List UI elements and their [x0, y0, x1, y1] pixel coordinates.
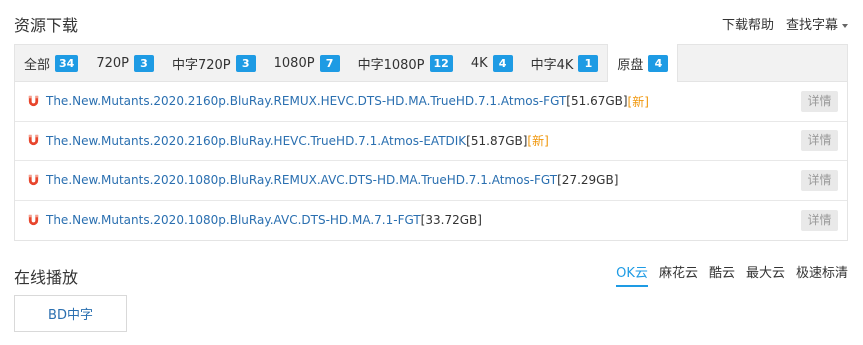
new-badge: [新]: [627, 94, 649, 109]
tab-count-badge: 12: [429, 54, 453, 72]
play-source-tabs: OK云 麻花云 酷云 最大云 极速标清: [605, 262, 848, 287]
source-tab-jisu[interactable]: 极速标清: [796, 262, 848, 287]
tab-label: 中字1080P: [357, 57, 425, 73]
tab-count-badge: 3: [235, 54, 256, 72]
online-play-section-title: 在线播放: [14, 268, 79, 287]
tab-chinese-4k[interactable]: 中字4K 1: [522, 45, 608, 81]
tab-count-badge: 34: [55, 54, 79, 72]
tab-label: 中字4K: [530, 57, 574, 73]
tab-label: 4K: [470, 55, 488, 71]
detail-button[interactable]: 详情: [801, 209, 838, 231]
source-tab-ok[interactable]: OK云: [616, 262, 648, 287]
magnet-icon: [28, 135, 39, 146]
magnet-icon: [28, 174, 39, 185]
tab-count-badge: 3: [133, 54, 154, 72]
file-row: The.New.Mutants.2020.1080p.BluRay.REMUX.…: [15, 161, 847, 201]
tab-original-disc[interactable]: 原盘 4: [607, 44, 679, 82]
tab-count-badge: 7: [319, 54, 340, 72]
tab-count-badge: 4: [648, 54, 669, 72]
file-name-link[interactable]: The.New.Mutants.2020.1080p.BluRay.REMUX.…: [46, 173, 557, 187]
play-episode-button[interactable]: BD中字: [14, 295, 127, 332]
tab-chinese-1080p[interactable]: 中字1080P 12: [349, 45, 462, 81]
caret-down-icon: [842, 23, 848, 28]
resolution-tabs: 全部 34 720P 3 中字720P 3 1080P 7 中字1080P 12 4K 4 …: [14, 44, 848, 82]
file-size: [51.87GB]: [466, 133, 528, 148]
tab-label: 全部: [24, 57, 51, 73]
file-name-link[interactable]: The.New.Mutants.2020.1080p.BluRay.AVC.DT…: [46, 213, 421, 227]
detail-button[interactable]: 详情: [801, 90, 838, 112]
tab-720p[interactable]: 720P 3: [87, 45, 163, 81]
find-subtitles-dropdown[interactable]: 查找字幕: [786, 14, 848, 33]
file-size: [27.29GB]: [557, 173, 619, 188]
source-tab-mahua[interactable]: 麻花云: [659, 262, 698, 287]
tab-4k[interactable]: 4K 4: [462, 45, 522, 81]
file-row: The.New.Mutants.2020.1080p.BluRay.AVC.DT…: [15, 201, 847, 241]
tab-label: 1080P: [273, 55, 315, 71]
new-badge: [新]: [527, 134, 549, 149]
detail-button[interactable]: 详情: [801, 169, 838, 191]
file-size: [51.67GB]: [566, 94, 628, 109]
download-header-links: 下载帮助 查找字幕: [710, 14, 848, 33]
magnet-icon: [28, 214, 39, 225]
tab-label: 中字720P: [171, 57, 231, 73]
file-list: The.New.Mutants.2020.2160p.BluRay.REMUX.…: [14, 82, 848, 241]
tab-count-badge: 1: [578, 54, 599, 72]
file-size: [33.72GB]: [420, 213, 482, 228]
tab-count-badge: 4: [492, 54, 513, 72]
download-help-link[interactable]: 下载帮助: [722, 14, 774, 33]
file-name-link[interactable]: The.New.Mutants.2020.2160p.BluRay.HEVC.T…: [46, 134, 466, 148]
source-tab-zuida[interactable]: 最大云: [746, 262, 785, 287]
tab-1080p[interactable]: 1080P 7: [265, 45, 349, 81]
detail-button[interactable]: 详情: [801, 130, 838, 152]
tab-chinese-720p[interactable]: 中字720P 3: [163, 45, 265, 81]
magnet-icon: [28, 95, 39, 106]
tab-all[interactable]: 全部 34: [15, 45, 87, 81]
find-subtitles-label: 查找字幕: [785, 18, 838, 33]
source-tab-ku[interactable]: 酷云: [709, 262, 735, 287]
file-row: The.New.Mutants.2020.2160p.BluRay.HEVC.T…: [15, 122, 847, 161]
download-section-title: 资源下载: [14, 16, 79, 35]
tab-label: 720P: [96, 55, 129, 71]
tab-label: 原盘: [617, 57, 644, 73]
file-name-link[interactable]: The.New.Mutants.2020.2160p.BluRay.REMUX.…: [46, 94, 566, 108]
file-row: The.New.Mutants.2020.2160p.BluRay.REMUX.…: [15, 82, 847, 122]
